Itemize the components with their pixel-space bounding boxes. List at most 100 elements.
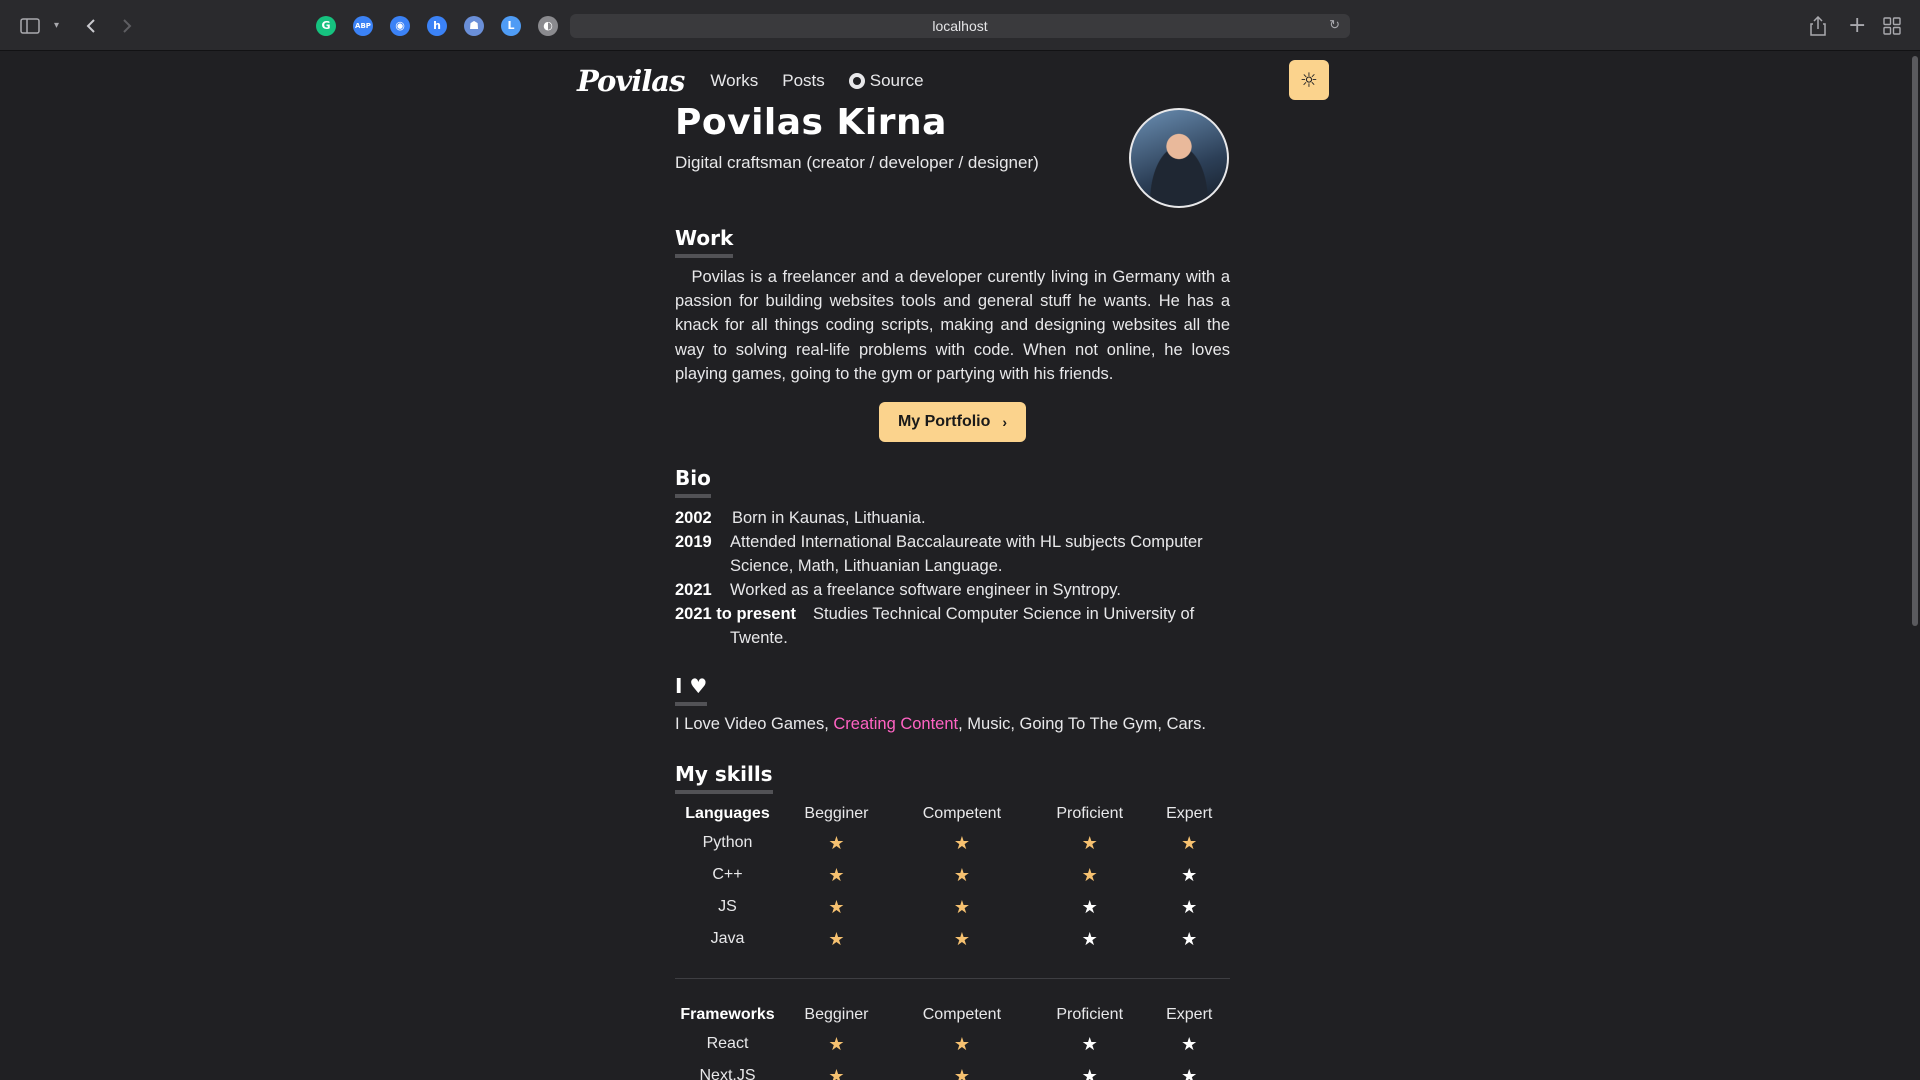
star-icon: ★ — [1081, 1033, 1098, 1054]
star-icon: ★ — [1181, 832, 1198, 853]
table-row: Python ★ ★ ★ ★ — [675, 827, 1230, 859]
skill-name: React — [706, 1035, 749, 1052]
chevron-down-icon[interactable]: ▾ — [54, 0, 59, 51]
skills-group-title: Frameworks — [680, 1006, 775, 1023]
bio-year: 2019 — [675, 533, 712, 551]
star-icon: ★ — [1081, 1065, 1098, 1080]
page-subtitle: Digital craftsman (creator / developer /… — [675, 153, 1039, 172]
page-scrollbar[interactable] — [1910, 52, 1920, 1080]
new-tab-icon[interactable]: + — [1848, 0, 1866, 51]
bio-text: Born in Kaunas, Lithuania. — [732, 509, 926, 527]
loves-text: I Love Video Games, Creating Content, Mu… — [675, 715, 1206, 734]
creating-content-link[interactable]: Creating Content — [833, 715, 958, 733]
section-heading-skills: My skills — [675, 762, 773, 794]
site-navbar: Povilas Works Posts Source — [577, 58, 948, 104]
table-row: C++ ★ ★ ★ ★ — [675, 859, 1230, 891]
nav-link-works[interactable]: Works — [710, 71, 758, 91]
reload-icon[interactable]: ↻ — [1329, 17, 1340, 33]
ghost-extension-icon[interactable]: ☗ — [464, 15, 484, 36]
bio-year: 2021 — [675, 581, 712, 599]
scrollbar-thumb[interactable] — [1912, 56, 1918, 626]
star-icon: ★ — [953, 896, 970, 917]
table-row: Next.JS ★ ★ ★ ★ — [675, 1060, 1230, 1080]
bio-text-continued: Twente. — [730, 629, 788, 647]
bio-text: Attended International Baccalaureate wit… — [730, 533, 1203, 551]
star-icon: ★ — [1181, 864, 1198, 885]
star-icon: ★ — [1181, 928, 1198, 949]
section-heading-bio: Bio — [675, 466, 711, 498]
bio-entry: 2019 Attended International Baccalaureat… — [675, 530, 1230, 575]
skill-name: JS — [718, 898, 737, 915]
url-text: localhost — [932, 18, 988, 34]
star-icon: ★ — [953, 864, 970, 885]
grammarly-icon[interactable]: G — [316, 15, 336, 36]
nav-link-posts[interactable]: Posts — [782, 71, 825, 91]
skills-divider — [675, 978, 1230, 979]
globe-extension-icon[interactable]: ◉ — [390, 15, 410, 36]
star-icon: ★ — [1081, 896, 1098, 917]
star-icon: ★ — [953, 1033, 970, 1054]
section-heading-work: Work — [675, 226, 734, 258]
skill-name: C++ — [712, 866, 743, 883]
my-portfolio-label: My Portfolio — [897, 413, 991, 430]
star-icon: ★ — [828, 928, 845, 949]
page-title: Povilas Kirna — [675, 102, 947, 143]
skills-header-row: Frameworks Begginer Competent Proficient Exp… — [675, 1002, 1230, 1028]
loves-prefix: I Love Video Games, — [675, 715, 834, 733]
circle-extension-icon[interactable]: L — [501, 15, 521, 36]
nav-link-source-label: Source — [869, 71, 924, 90]
table-row: Java ★ ★ ★ ★ — [675, 923, 1230, 955]
star-icon: ★ — [953, 832, 970, 853]
table-row: JS ★ ★ ★ ★ — [675, 891, 1230, 923]
star-icon: ★ — [828, 864, 845, 885]
bio-entry: 2002 Born in Kaunas, Lithuania. — [675, 506, 926, 530]
skill-name: Python — [702, 834, 753, 851]
star-icon: ★ — [828, 832, 845, 853]
browser-toolbar: ▾ G ABP ◉ h ☗ L ◐ localhost ↻ + — [0, 0, 1920, 51]
skill-level-header: Proficient — [1056, 1006, 1124, 1023]
github-icon — [848, 73, 865, 89]
skill-level-header: Competent — [922, 1006, 1002, 1023]
star-icon: ★ — [1081, 928, 1098, 949]
back-icon[interactable] — [85, 0, 97, 51]
star-icon: ★ — [828, 1065, 845, 1080]
star-icon: ★ — [1081, 864, 1098, 885]
skills-table-frameworks: Frameworks Begginer Competent Proficient Exp… — [675, 1002, 1230, 1080]
sidebar-toggle-icon[interactable] — [20, 0, 40, 51]
web-page: Povilas Works Posts Source ☼ Povilas Kir… — [0, 52, 1910, 1080]
bio-year: 2002 — [675, 509, 712, 527]
shield-extension-icon[interactable]: ◐ — [538, 15, 558, 36]
skill-level-header: Expert — [1166, 805, 1213, 822]
bio-year: 2021 to present — [675, 605, 797, 623]
skills-header-row: Languages Begginer Competent Proficient Expe… — [675, 801, 1230, 827]
skill-level-header: Begginer — [804, 1006, 869, 1023]
honey-icon[interactable]: h — [427, 15, 447, 36]
address-bar[interactable]: localhost ↻ — [570, 14, 1350, 38]
share-icon[interactable] — [1810, 0, 1826, 51]
skill-level-header: Competent — [922, 805, 1002, 822]
avatar — [1129, 108, 1229, 208]
skill-name: Java — [710, 930, 745, 947]
star-icon: ★ — [953, 928, 970, 949]
sun-icon: ☼ — [1300, 68, 1318, 92]
skill-name: Next.JS — [699, 1067, 756, 1080]
site-logo[interactable]: Povilas — [577, 64, 685, 98]
adblock-icon[interactable]: ABP — [353, 15, 373, 36]
nav-link-source[interactable]: Source — [848, 71, 924, 91]
table-row: React ★ ★ ★ ★ — [675, 1028, 1230, 1060]
skill-level-header: Proficient — [1056, 805, 1124, 822]
skills-group-title: Languages — [685, 805, 770, 822]
star-icon: ★ — [1181, 1065, 1198, 1080]
section-heading-loves: I ♥ — [675, 674, 708, 706]
skill-level-header: Begginer — [804, 805, 869, 822]
star-icon: ★ — [1181, 896, 1198, 917]
my-portfolio-button[interactable]: My Portfolio › — [879, 402, 1026, 442]
forward-icon[interactable] — [121, 0, 133, 51]
star-icon: ★ — [1081, 832, 1098, 853]
theme-toggle-button[interactable]: ☼ — [1289, 60, 1329, 100]
bio-text: Studies Technical Computer Science in Un… — [813, 605, 1195, 623]
bio-entry: 2021 Worked as a freelance software engi… — [675, 578, 1121, 602]
extensions-bar: G ABP ◉ h ☗ L ◐ — [316, 0, 575, 51]
tab-overview-icon[interactable] — [1883, 0, 1901, 51]
bio-text-continued: Science, Math, Lithuanian Language. — [730, 557, 1003, 575]
